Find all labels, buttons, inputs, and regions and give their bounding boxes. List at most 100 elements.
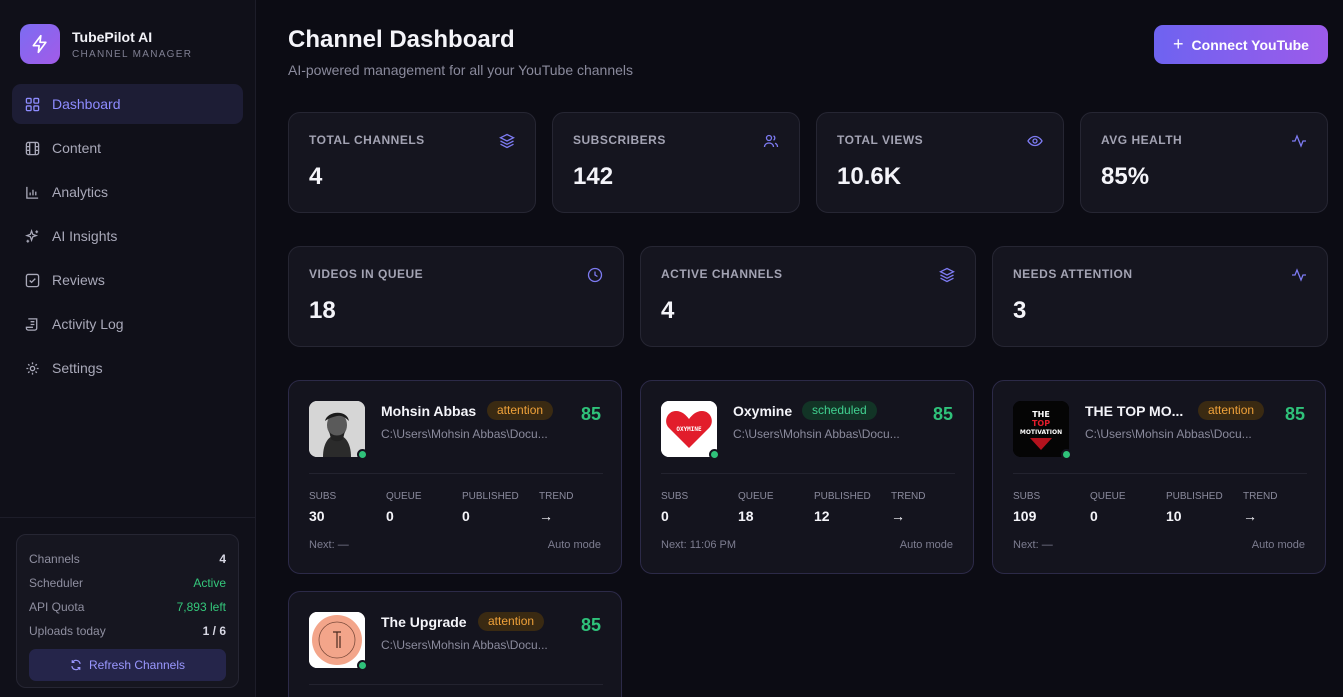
stat-subscribers: SUBSCRIBERS 142 [552, 112, 800, 213]
channel-card-mohsin-abbas[interactable]: Mohsin Abbas attention 85 C:\Users\Mohsi… [288, 380, 622, 574]
status-label: Uploads today [29, 624, 106, 638]
check-square-icon [24, 272, 40, 288]
stat-videos-in-queue: VIDEOS IN QUEUE 18 [288, 246, 624, 347]
status-badge: scheduled [802, 401, 877, 420]
status-card: Channels 4 Scheduler Active API Quota 7,… [16, 534, 239, 688]
metric-published: PUBLISHED 0 [462, 491, 519, 524]
main-nav: Dashboard Content Analytics AI Insights … [12, 84, 243, 392]
nav-item-analytics[interactable]: Analytics [12, 172, 243, 212]
stat-total-views: TOTAL VIEWS 10.6K [816, 112, 1064, 213]
page-subtitle: AI-powered management for all your YouTu… [288, 62, 634, 78]
nav-item-activity-log[interactable]: Activity Log [12, 304, 243, 344]
next-upload: Next: 11:06 PM [661, 539, 736, 551]
metric-subs: SUBS 30 [309, 491, 336, 524]
users-icon [763, 134, 779, 148]
auto-mode: Auto mode [1251, 539, 1305, 551]
status-label: API Quota [29, 600, 85, 614]
metric-trend: TREND → [539, 491, 573, 524]
stat-label: ACTIVE CHANNELS [661, 267, 783, 281]
health-score: 85 [932, 404, 953, 424]
stat-value: 4 [661, 297, 675, 324]
auto-mode: Auto mode [547, 539, 601, 551]
eye-icon [1027, 135, 1043, 147]
channel-avatar: THE TOP MOTIVATION [1013, 401, 1069, 457]
next-upload: Next: — [1013, 539, 1053, 551]
channel-name: THE TOP MO... [1085, 403, 1184, 419]
channel-path: C:\Users\Mohsin Abbas\Docu... [1085, 427, 1252, 441]
refresh-label: Refresh Channels [88, 658, 186, 672]
metric-trend: TREND → [891, 491, 925, 524]
next-upload: Next: — [309, 539, 349, 551]
channel-card-the-top-motivation[interactable]: THE TOP MOTIVATION THE TOP MO... attenti… [992, 380, 1326, 574]
brand-title: TubePilot AI [72, 29, 153, 45]
divider [309, 473, 603, 474]
online-status-dot [357, 449, 368, 460]
metric-queue: QUEUE 0 [386, 491, 422, 524]
lightning-icon [20, 24, 60, 64]
channel-card-oxymine[interactable]: OXYMINE Oxymine scheduled 85 C:\Users\Mo… [640, 380, 974, 574]
channel-avatar [309, 612, 365, 668]
health-score: 85 [580, 615, 601, 635]
stat-label: SUBSCRIBERS [573, 133, 666, 147]
stat-needs-attention: NEEDS ATTENTION 3 [992, 246, 1328, 347]
metric-value: 0 [386, 508, 394, 524]
metric-label: PUBLISHED [814, 491, 871, 502]
refresh-channels-button[interactable]: Refresh Channels [29, 649, 226, 681]
page-title: Channel Dashboard [288, 26, 515, 53]
status-row-quota: API Quota 7,893 left [29, 595, 226, 619]
metric-label: SUBS [661, 491, 689, 502]
connect-label: Connect YouTube [1191, 36, 1309, 53]
channel-avatar: OXYMINE [661, 401, 717, 457]
nav-item-ai-insights[interactable]: AI Insights [12, 216, 243, 256]
stat-label: VIDEOS IN QUEUE [309, 267, 424, 281]
metric-value: 0 [462, 508, 470, 524]
channel-path: C:\Users\Mohsin Abbas\Docu... [733, 427, 900, 441]
gear-icon [24, 360, 40, 376]
metric-label: QUEUE [738, 491, 774, 502]
nav-label: Settings [52, 360, 103, 376]
bar-chart-icon [24, 184, 40, 200]
status-label: Channels [29, 552, 80, 566]
online-status-dot [1061, 449, 1072, 460]
metric-label: QUEUE [386, 491, 422, 502]
metric-label: SUBS [309, 491, 337, 502]
nav-item-dashboard[interactable]: Dashboard [12, 84, 243, 124]
metric-label: PUBLISHED [1166, 491, 1223, 502]
nav-item-reviews[interactable]: Reviews [12, 260, 243, 300]
channel-path: C:\Users\Mohsin Abbas\Docu... [381, 427, 548, 441]
metric-value: 10 [1166, 508, 1182, 524]
metric-label: SUBS [1013, 491, 1041, 502]
channel-name: The Upgrade [381, 614, 467, 630]
scroll-icon [24, 316, 40, 332]
nav-item-content[interactable]: Content [12, 128, 243, 168]
metric-published: PUBLISHED 10 [1166, 491, 1223, 524]
stat-label: TOTAL CHANNELS [309, 133, 425, 147]
stat-value: 18 [309, 297, 336, 324]
metric-queue: QUEUE 18 [738, 491, 774, 524]
trend-arrow-icon: → [891, 508, 905, 524]
online-status-dot [357, 660, 368, 671]
connect-youtube-button[interactable]: + Connect YouTube [1154, 25, 1328, 64]
stat-value: 85% [1101, 163, 1150, 190]
stat-value: 4 [309, 163, 323, 190]
divider [309, 684, 603, 685]
stat-label: AVG HEALTH [1101, 133, 1183, 147]
nav-item-settings[interactable]: Settings [12, 348, 243, 388]
sparkles-icon [24, 228, 40, 244]
stat-active-channels: ACTIVE CHANNELS 4 [640, 246, 976, 347]
status-badge: attention [1198, 401, 1265, 420]
channel-name: Oxymine [733, 403, 793, 419]
online-status-dot [709, 449, 720, 460]
status-badge: attention [487, 401, 554, 420]
metric-subs: SUBS 109 [1013, 491, 1040, 524]
stat-value: 10.6K [837, 163, 902, 190]
channel-card-the-upgrade[interactable]: The Upgrade attention 85 C:\Users\Mohsin… [288, 591, 622, 697]
metric-value: 18 [738, 508, 754, 524]
divider [0, 517, 256, 518]
channel-avatar [309, 401, 365, 457]
plus-icon: + [1173, 34, 1184, 54]
stat-value: 142 [573, 163, 614, 190]
metric-label: PUBLISHED [462, 491, 519, 502]
status-row-scheduler: Scheduler Active [29, 571, 226, 595]
status-row-uploads: Uploads today 1 / 6 [29, 619, 226, 643]
